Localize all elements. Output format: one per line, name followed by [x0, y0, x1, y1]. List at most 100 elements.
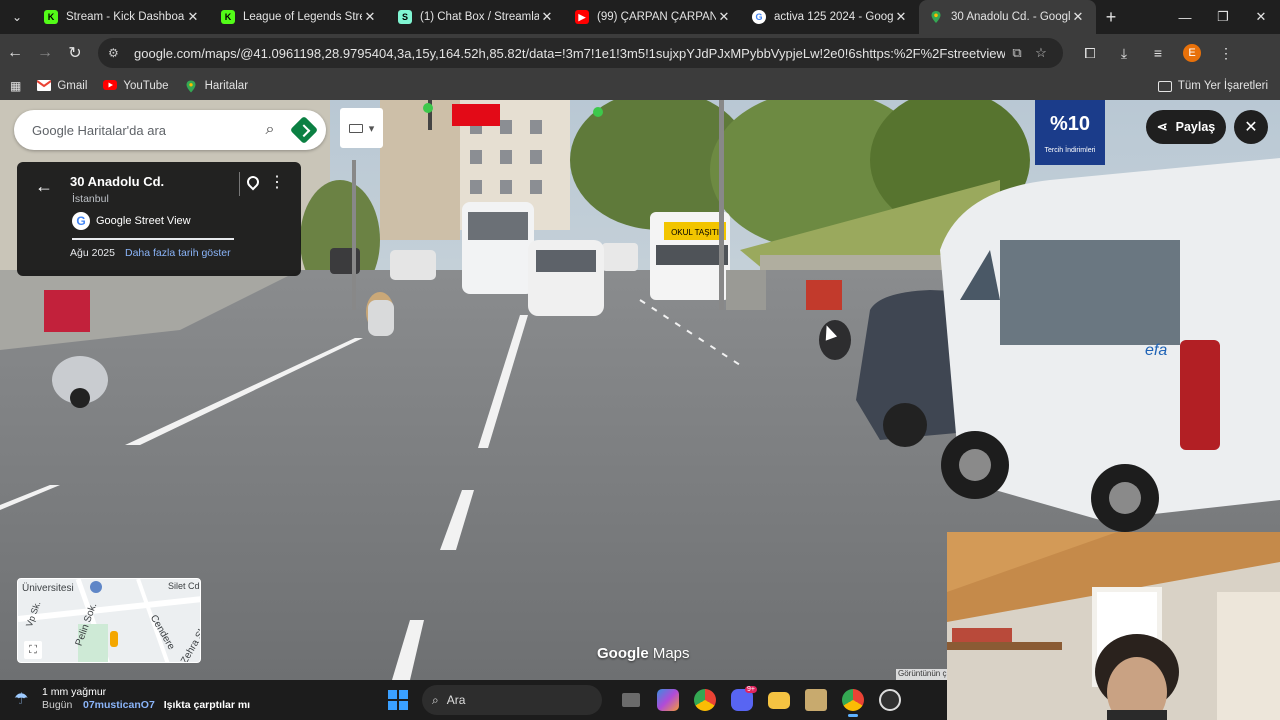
google-maps-logo: Google Maps: [597, 645, 690, 662]
input-tools-button[interactable]: ▾: [340, 108, 383, 148]
source-label: Google Street View: [96, 215, 191, 227]
file-explorer-button[interactable]: [760, 682, 797, 718]
maps-search-box[interactable]: Google Haritalar'da ara ⌕: [14, 110, 326, 150]
download-icon[interactable]: ⤓: [1107, 45, 1141, 62]
capture-date: Ağu 2025: [70, 247, 115, 259]
copilot-icon: [656, 689, 679, 711]
close-tab-icon[interactable]: ✕: [1070, 9, 1086, 25]
league-icon: [804, 689, 827, 711]
task-view-button[interactable]: [612, 682, 649, 718]
bookmark-youtube[interactable]: YouTube: [103, 80, 169, 92]
menu-icon[interactable]: ⋮: [1209, 45, 1243, 62]
back-arrow-icon[interactable]: ←: [35, 176, 53, 197]
school-bus-sign: OKUL TAŞITI: [671, 228, 719, 237]
more-options-icon[interactable]: ⋮: [269, 172, 285, 192]
logo-maps: Maps: [652, 645, 690, 662]
reload-icon[interactable]: ↻: [60, 38, 90, 68]
youtube-icon: [103, 80, 118, 92]
profile-avatar[interactable]: E: [1183, 44, 1201, 62]
van-brand-text: efa: [1145, 342, 1167, 359]
tab-google-maps[interactable]: 30 Anadolu Cd. - Google M ✕: [919, 0, 1096, 34]
google-icon: G: [752, 10, 766, 24]
bookmarks-bar: ▦ Gmail YouTube Haritalar Tüm Yer İşaret…: [0, 72, 1280, 100]
restore-icon[interactable]: ❐: [1204, 0, 1242, 34]
search-placeholder[interactable]: Google Haritalar'da ara: [32, 123, 256, 138]
directions-icon[interactable]: [289, 115, 319, 145]
chrome-button[interactable]: [686, 682, 723, 718]
league-client-button[interactable]: [797, 682, 834, 718]
discord-button[interactable]: 9+: [723, 682, 760, 718]
close-tab-icon[interactable]: ✕: [716, 9, 732, 25]
windows-start-icon[interactable]: [388, 690, 408, 710]
tab-title: (99) ÇARPAN ÇARPANA | S: [597, 11, 716, 23]
windows-taskbar: ☂ 1 mm yağmur Bugün 07musticanO7 Işıkta …: [0, 680, 947, 720]
apps-grid-icon[interactable]: ▦: [10, 79, 21, 93]
keyboard-icon: [348, 123, 363, 133]
minimize-icon[interactable]: —: [1166, 0, 1204, 34]
tab-title: activa 125 2024 - Google'd: [774, 11, 893, 23]
share-label: Paylaş: [1175, 120, 1216, 134]
address-title: 30 Anadolu Cd.: [70, 174, 165, 189]
bookmark-star-icon[interactable]: ☆: [1029, 45, 1053, 61]
kick-icon: K: [44, 10, 58, 24]
chevron-down-icon: ⌄: [11, 10, 23, 24]
tab-search-button[interactable]: ⌄: [0, 0, 34, 34]
window-controls: — ❐ ✕: [1166, 0, 1280, 34]
extensions-icon[interactable]: ⧠: [1073, 45, 1107, 62]
close-tab-icon[interactable]: ✕: [893, 9, 909, 25]
search-icon[interactable]: ⌕: [256, 121, 284, 139]
task-view-icon: [621, 693, 640, 707]
ticker-message: Işıkta çarptılar mı: [163, 699, 251, 711]
close-icon: ✕: [1244, 119, 1258, 136]
close-window-icon[interactable]: ✕: [1242, 0, 1280, 34]
screen: ⌄ K Stream - Kick Dashboard ✕ K League o…: [0, 0, 1280, 720]
logo-google: Google: [597, 645, 649, 662]
tab-title: League of Legends Stream: [243, 11, 362, 23]
gmail-icon: [36, 80, 52, 92]
close-tab-icon[interactable]: ✕: [539, 9, 555, 25]
taskbar-apps: ⌕ Ara 9+: [388, 680, 908, 720]
chat-ticker: 07musticanO7 Işıkta çarptılar mı: [83, 699, 250, 711]
address-bar[interactable]: ⚙ google.com/maps/@41.0961198,28.9795404…: [98, 38, 1063, 68]
chrome-active-button[interactable]: [834, 682, 871, 718]
tab-streamlabs-chat[interactable]: S (1) Chat Box / Streamlabs ✕: [388, 0, 565, 34]
mini-map[interactable]: Üniversitesi Pelin Sok. Cendere Zehra Sk…: [17, 578, 201, 663]
all-bookmarks-button[interactable]: Tüm Yer İşaretleri: [1157, 72, 1268, 100]
open-in-app-icon[interactable]: ⧉: [1005, 45, 1029, 61]
obs-button[interactable]: [871, 682, 908, 718]
all-bookmarks-label: Tüm Yer İşaretleri: [1177, 80, 1268, 92]
tab-league-stream[interactable]: K League of Legends Stream ✕: [211, 0, 388, 34]
close-street-view-button[interactable]: ✕: [1234, 110, 1268, 144]
url-text[interactable]: google.com/maps/@41.0961198,28.9795404,3…: [134, 46, 1005, 61]
bookmark-maps[interactable]: Haritalar: [185, 80, 248, 93]
billboard-text: Tercih İndirimleri: [1045, 145, 1096, 154]
folder-icon: [1157, 80, 1172, 92]
bookmark-gmail[interactable]: Gmail: [36, 80, 87, 92]
copilot-button[interactable]: [649, 682, 686, 718]
expand-icon[interactable]: ⛶: [24, 641, 42, 659]
ticker-username: 07musticanO7: [83, 699, 155, 711]
rain-cloud-icon: ☂: [14, 691, 29, 708]
minimap-label: Üniversitesi: [22, 583, 74, 594]
see-more-dates-link[interactable]: Daha fazla tarih göster: [125, 247, 231, 259]
taskbar-search-label: Ara: [446, 693, 466, 707]
tab-google-search[interactable]: G activa 125 2024 - Google'd ✕: [742, 0, 919, 34]
media-control-icon[interactable]: ≡: [1141, 45, 1175, 61]
folder-icon: [767, 691, 790, 709]
tab-youtube[interactable]: ▶ (99) ÇARPAN ÇARPANA | S ✕: [565, 0, 742, 34]
dropdown-arrow-icon: ▾: [368, 122, 375, 135]
forward-icon[interactable]: →: [30, 38, 60, 68]
new-tab-button[interactable]: +: [1096, 7, 1126, 28]
webcam-feed: [947, 532, 1280, 720]
chrome-icon: [841, 689, 864, 711]
share-button[interactable]: ⋖ Paylaş: [1146, 110, 1226, 144]
location-pin-icon[interactable]: [244, 173, 262, 191]
close-tab-icon[interactable]: ✕: [185, 9, 201, 25]
streamlabs-icon: S: [398, 10, 412, 24]
close-tab-icon[interactable]: ✕: [362, 9, 378, 25]
tab-kick-dashboard[interactable]: K Stream - Kick Dashboard ✕: [34, 0, 211, 34]
minimap-label: Silet Cd.: [168, 581, 201, 591]
site-info-icon[interactable]: ⚙: [108, 46, 128, 60]
back-icon[interactable]: ←: [0, 38, 30, 68]
taskbar-search[interactable]: ⌕ Ara: [422, 685, 602, 715]
